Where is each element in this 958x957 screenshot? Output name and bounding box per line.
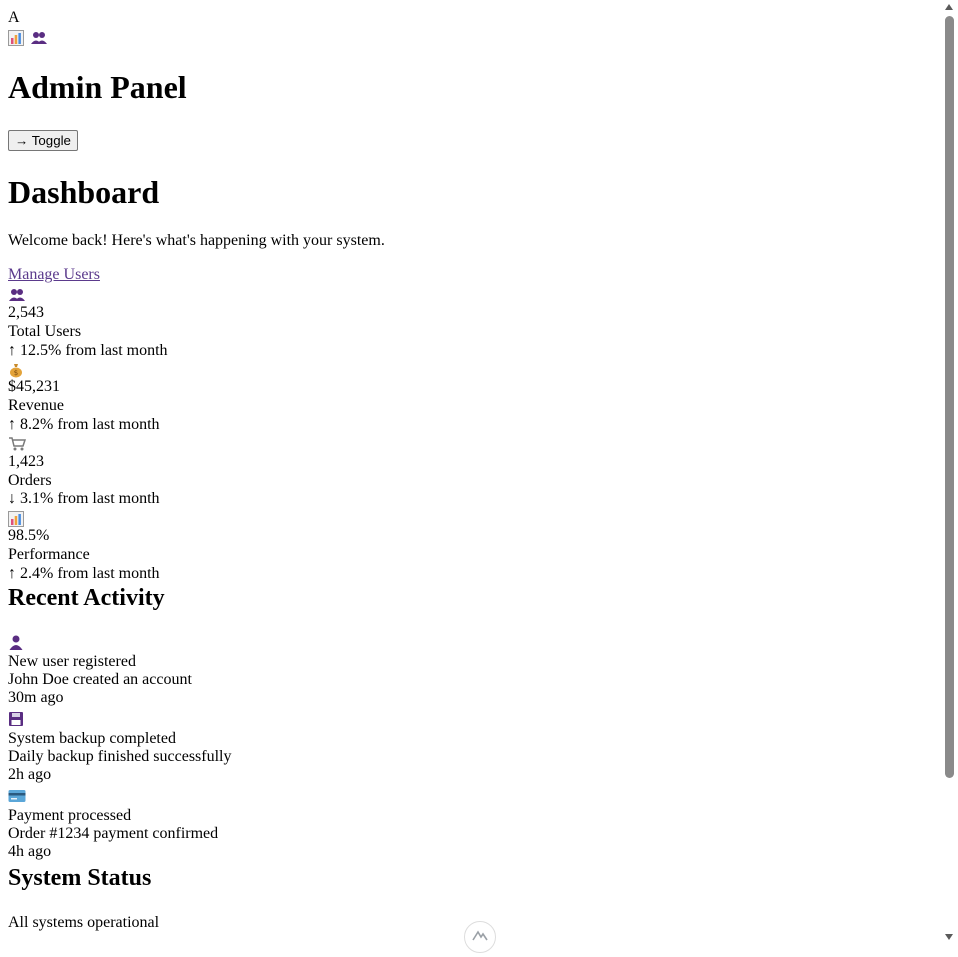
stats-list: 2,543 Total Users ↑ 12.5% from last mont… [8,286,938,584]
list-item: Payment processed Order #1234 payment co… [8,787,938,861]
svg-text:$: $ [14,369,18,377]
users-icon [9,289,25,302]
users-icon [31,32,47,45]
stat-label: Total Users [8,322,82,340]
stat-change: ↓ 3.1% from last month [8,490,160,508]
credit-card-icon [8,789,26,802]
list-item: New user registered John Doe created an … [8,633,938,707]
recent-activity-title: Recent Activity [8,584,165,611]
vertical-scrollbar[interactable] [941,0,958,944]
stat-value: 1,423 [8,452,44,470]
stat-card-performance: 98.5% Performance ↑ 2.4% from last month [8,509,938,583]
activity-time: 30m ago [8,688,64,706]
scroll-down-arrow-icon[interactable] [945,934,953,940]
manage-users-link[interactable]: Manage Users [8,266,100,284]
stat-value: 2,543 [8,304,44,321]
money-bag-icon: $ [10,363,22,378]
sidebar-toggle-button[interactable]: → Toggle [8,130,78,151]
stat-value: $45,231 [8,378,60,396]
stat-label: Revenue [8,397,64,415]
activity-time: 2h ago [8,765,52,783]
activity-description: Daily backup finished successfully [8,747,232,765]
activity-title: Payment processed [8,806,132,824]
stat-change: ↑ 12.5% from last month [8,341,168,359]
scroll-up-arrow-icon[interactable] [945,4,953,10]
activity-list: New user registered John Doe created an … [8,633,938,861]
chart-icon [8,30,24,47]
stat-value: 98.5% [8,527,50,545]
page-content: A Admin Panel → Toggle Dashboard Welcome… [8,9,938,932]
activity-description: John Doe created an account [8,670,192,688]
dashboard-title: Dashboard [8,174,160,210]
nav-icon-bar [8,29,938,48]
stat-change: ↑ 2.4% from last month [8,564,160,582]
user-icon [9,635,23,650]
activity-title: System backup completed [8,729,176,747]
activity-title: New user registered [8,652,136,670]
cart-icon [9,437,26,451]
brand-logo: A [8,9,20,26]
scrollbar-thumb[interactable] [945,16,954,778]
nav-users-link[interactable] [30,29,48,47]
stat-change: ↑ 8.2% from last month [8,415,160,433]
welcome-message: Welcome back! Here's what's happening wi… [8,232,385,249]
floating-devtools-button[interactable] [464,921,496,953]
chart-icon [8,510,24,527]
floppy-disk-icon [9,711,23,726]
stat-card-users: 2,543 Total Users ↑ 12.5% from last mont… [8,286,938,360]
nav-analytics-link[interactable] [8,29,24,47]
admin-panel-title: Admin Panel [8,69,187,105]
system-status-title: System Status [8,864,152,891]
stat-card-revenue: $ $45,231 Revenue ↑ 8.2% from last month [8,360,938,434]
activity-description: Order #1234 payment confirmed [8,824,219,842]
activity-time: 4h ago [8,842,52,860]
stat-card-orders: 1,423 Orders ↓ 3.1% from last month [8,435,938,509]
list-item: System backup completed Daily backup fin… [8,710,938,784]
stat-label: Performance [8,545,90,563]
mountain-logo-icon [472,930,488,941]
stat-label: Orders [8,471,52,489]
